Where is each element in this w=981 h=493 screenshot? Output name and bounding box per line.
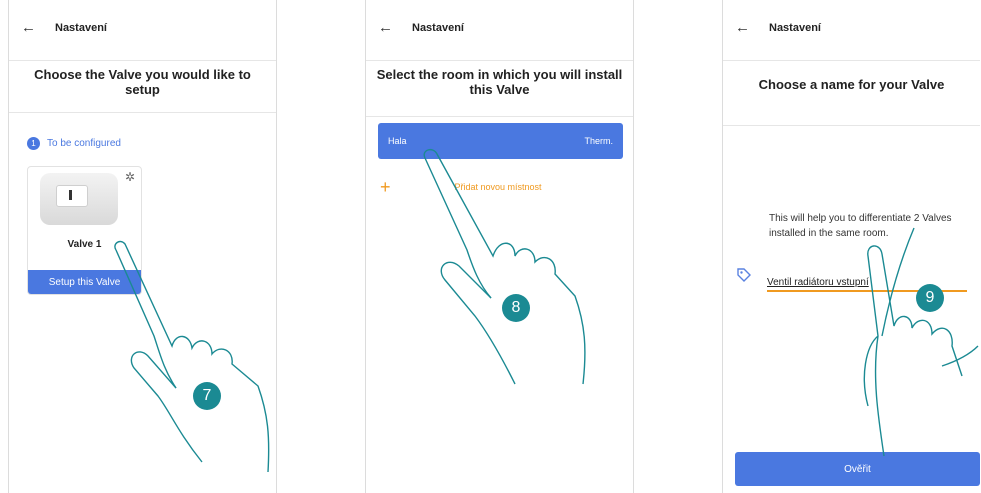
- status-badge: 1: [27, 137, 40, 150]
- back-arrow-icon[interactable]: ←: [378, 19, 393, 36]
- screen-valve-name: ← Nastavení Choose a name for your Valve…: [722, 0, 980, 493]
- plus-icon: +: [380, 177, 391, 197]
- top-bar: ← Nastavení: [9, 0, 276, 61]
- status-label: To be configured: [47, 138, 121, 149]
- screen-select-room: ← Nastavení Select the room in which you…: [365, 0, 634, 493]
- verify-button[interactable]: Ověřit: [735, 452, 980, 486]
- back-arrow-icon[interactable]: ←: [21, 19, 36, 36]
- step-marker: 7: [193, 382, 221, 410]
- screen-heading: Choose a name for your Valve: [723, 61, 980, 126]
- valve-device-image: [40, 173, 118, 225]
- status-row: 1 To be configured: [27, 137, 121, 150]
- page-title: Nastavení: [412, 22, 464, 34]
- back-arrow-icon[interactable]: ←: [735, 19, 750, 36]
- step-marker: 8: [502, 294, 530, 322]
- screen-heading: Select the room in which you will instal…: [366, 61, 633, 117]
- page-title: Nastavení: [769, 22, 821, 34]
- help-text: This will help you to differentiate 2 Va…: [769, 213, 952, 239]
- top-bar: ← Nastavení: [723, 0, 980, 61]
- top-bar: ← Nastavení: [366, 0, 633, 61]
- valve-card[interactable]: ✲ Valve 1 Setup this Valve: [27, 166, 142, 295]
- add-room-label: Přidat novou místnost: [454, 182, 542, 192]
- screen-heading: Choose the Valve you would like to setup: [9, 61, 276, 113]
- device-name: Valve 1: [67, 239, 102, 250]
- screen-choose-valve: ← Nastavení Choose the Valve you would l…: [8, 0, 277, 493]
- room-item-hala[interactable]: Hala Therm.: [378, 123, 623, 159]
- room-name: Hala: [388, 136, 407, 146]
- room-type: Therm.: [584, 136, 613, 146]
- tag-icon: [737, 268, 751, 285]
- page-title: Nastavení: [55, 22, 107, 34]
- gear-icon[interactable]: ✲: [125, 170, 135, 184]
- add-room-button[interactable]: + Přidat novou místnost: [380, 178, 542, 196]
- step-marker: 9: [916, 284, 944, 312]
- setup-valve-button[interactable]: Setup this Valve: [28, 270, 141, 294]
